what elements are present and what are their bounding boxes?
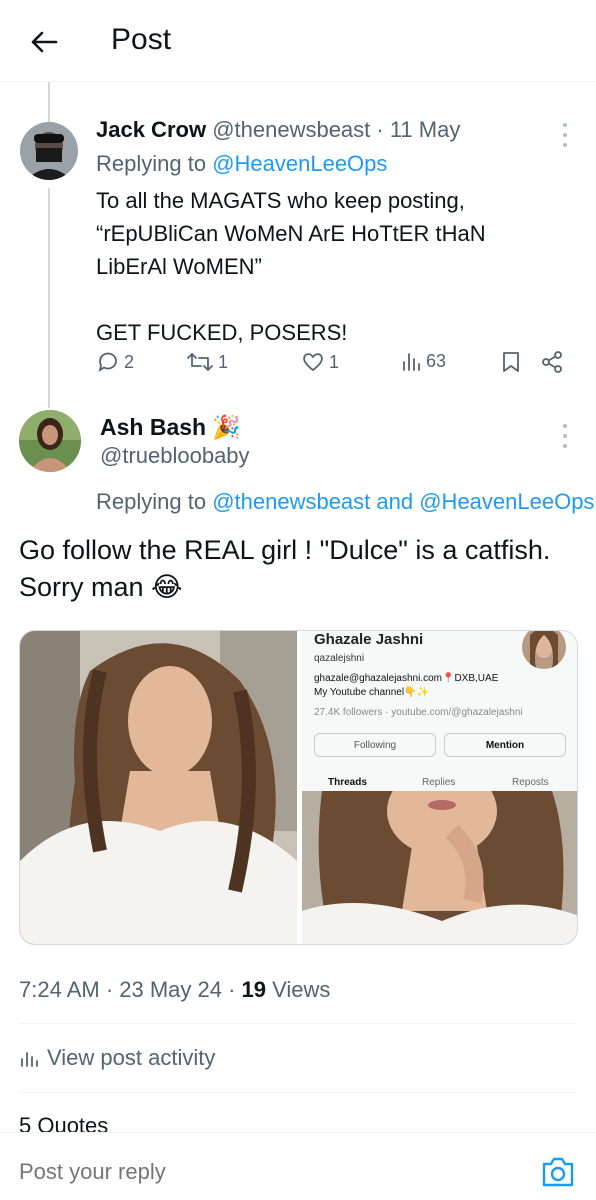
media-photo[interactable] — [20, 631, 297, 944]
author-name[interactable]: Jack Crow — [96, 117, 206, 142]
replying-prefix: Replying to — [96, 151, 213, 176]
media-photo[interactable] — [302, 766, 577, 944]
mention-link[interactable]: @thenewsbeast — [212, 489, 370, 514]
post-timestamp: 7:24 AM · 23 May 24 · 19 Views — [19, 977, 330, 1003]
divider — [19, 1092, 577, 1093]
comment-icon — [98, 352, 117, 372]
party-popper-emoji: 🎉 — [212, 414, 241, 440]
repost-button[interactable]: 1 — [186, 350, 228, 374]
heart-icon — [303, 353, 323, 371]
more-options-icon[interactable] — [560, 123, 570, 147]
post-time: 7:24 AM · 23 May 24 · — [19, 977, 242, 1002]
author-handle-date: @thenewsbeast · 11 May — [212, 117, 461, 142]
author-name-text: Ash Bash — [100, 414, 207, 440]
camera-icon[interactable] — [540, 1155, 576, 1189]
more-options-icon[interactable] — [560, 424, 570, 448]
post-views-label: Views — [266, 977, 331, 1002]
post-views-count: 19 — [241, 977, 267, 1002]
thread-connector-line — [48, 188, 50, 408]
card-mention-button: Mention — [444, 733, 566, 757]
views-button[interactable]: 63 — [400, 350, 446, 372]
card-tab-threads: Threads — [328, 777, 367, 788]
mention-link[interactable]: @HeavenLeeOps — [212, 151, 387, 176]
mention-link[interactable]: @HeavenLeeOps — [419, 489, 594, 514]
author-handle: @truebloobaby — [100, 443, 250, 468]
view-post-activity-label: View post activity — [47, 1045, 216, 1070]
card-following-button: Following — [314, 733, 436, 757]
avatar[interactable] — [19, 410, 81, 472]
replying-to: Replying to @HeavenLeeOps — [96, 151, 387, 177]
analytics-icon — [403, 353, 420, 371]
back-arrow-icon[interactable] — [24, 22, 64, 62]
replying-and: and — [370, 489, 420, 514]
reply-count: 2 — [124, 351, 135, 372]
reply-action-bar: 2 1 1 63 — [96, 350, 566, 380]
card-tab-reposts: Reposts — [512, 777, 549, 788]
card-bio-line: My Youtube channel👇✨ — [314, 687, 429, 698]
reply-input[interactable] — [19, 1159, 307, 1185]
share-button[interactable] — [540, 350, 564, 374]
analytics-icon — [21, 1052, 38, 1067]
thread-connector-line — [48, 82, 50, 122]
page-title: Post — [111, 23, 172, 56]
top-bar: Post — [0, 0, 596, 82]
reply-button[interactable]: 2 — [96, 350, 134, 374]
bookmark-button[interactable] — [500, 350, 522, 374]
reply-header: Jack Crow @thenewsbeast · 11 May — [96, 117, 460, 143]
repost-count: 1 — [218, 351, 229, 372]
reply-text: To all the MAGATS who keep posting, “rEp… — [96, 188, 486, 345]
divider — [19, 1023, 577, 1024]
card-profile-name: Ghazale Jashni — [314, 631, 424, 648]
reply-composer-bar — [0, 1132, 596, 1200]
card-bio-line: ghazale@ghazalejashni.com📍DXB,UAE — [314, 673, 499, 684]
repost-icon — [187, 353, 213, 371]
card-tab-replies: Replies — [422, 777, 456, 788]
replying-to: Replying to @thenewsbeast and @HeavenLee… — [96, 489, 594, 515]
card-stats: 27.4K followers · youtube.com/@ghazaleja… — [314, 707, 523, 718]
views-count: 63 — [426, 350, 447, 371]
card-avatar — [522, 631, 566, 669]
like-button[interactable]: 1 — [301, 350, 339, 374]
bookmark-icon — [503, 352, 519, 372]
media-screenshot-profile[interactable]: Ghazale Jashni qazalejshni ghazale@ghaza… — [302, 631, 577, 791]
replying-prefix: Replying to — [96, 489, 213, 514]
post-media-grid: Ghazale Jashni qazalejshni ghazale@ghaza… — [19, 630, 578, 945]
author-name[interactable]: Ash Bash 🎉 — [100, 414, 241, 441]
card-profile-handle: qazalejshni — [314, 653, 365, 664]
share-icon — [542, 351, 562, 373]
view-post-activity-link[interactable]: View post activity — [19, 1045, 215, 1071]
like-count: 1 — [329, 351, 340, 372]
post-text: Go follow the REAL girl ! "Dulce" is a c… — [19, 535, 551, 602]
avatar[interactable] — [20, 122, 78, 180]
